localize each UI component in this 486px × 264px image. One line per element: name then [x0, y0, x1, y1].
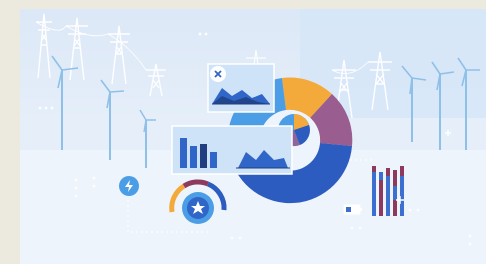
energy-data-illustration: [0, 0, 486, 264]
close-icon: [210, 66, 226, 82]
battery-icon: [343, 204, 362, 215]
bar-chart-card: [171, 125, 293, 175]
lightning-icon: [119, 176, 139, 196]
